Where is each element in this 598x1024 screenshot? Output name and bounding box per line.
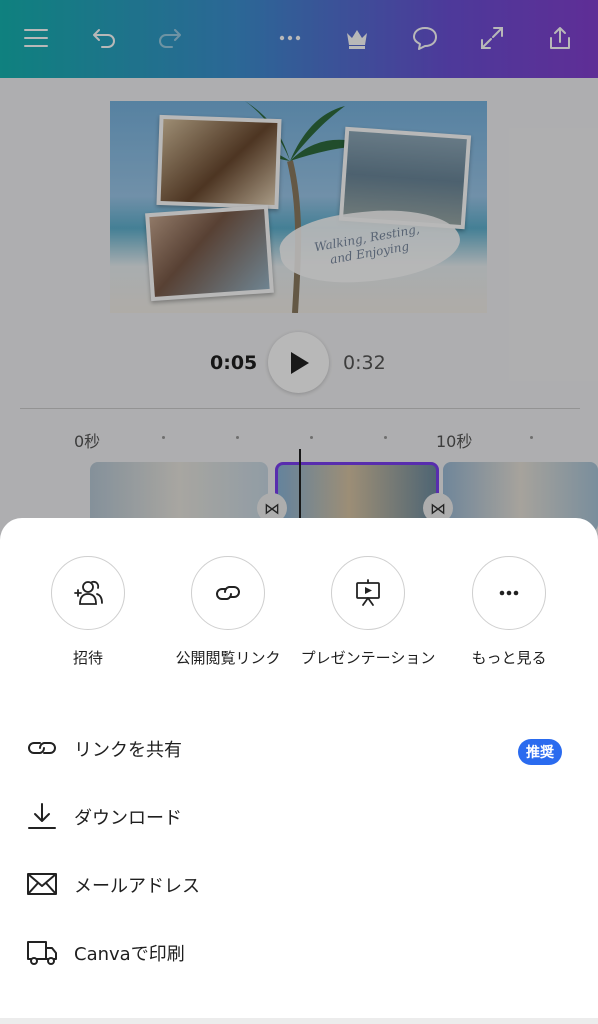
truck-icon	[27, 941, 57, 965]
option-download[interactable]: ダウンロード	[0, 788, 598, 844]
option-label: Canvaで印刷	[74, 944, 185, 965]
quick-action-public-link[interactable]: 公開閲覧リンク	[158, 556, 298, 670]
more-button[interactable]	[472, 556, 546, 630]
option-label: リンクを共有	[74, 740, 182, 761]
option-share-link[interactable]: リンクを共有 推奨	[0, 720, 598, 776]
invite-people-icon	[74, 580, 103, 605]
quick-action-label: 公開閲覧リンク	[175, 649, 281, 667]
quick-action-invite[interactable]: 招待	[18, 556, 158, 670]
mail-icon	[27, 873, 57, 895]
quick-action-label: 招待	[72, 649, 103, 667]
bottom-bar	[0, 1018, 598, 1024]
option-label: メールアドレス	[74, 876, 200, 897]
public-link-button[interactable]	[191, 556, 265, 630]
download-icon	[28, 803, 56, 829]
quick-action-label: もっと見る	[471, 649, 547, 667]
quick-action-more[interactable]: もっと見る	[439, 556, 579, 670]
quick-action-presentation[interactable]: プレゼンテーション	[298, 556, 438, 670]
link-icon	[216, 586, 240, 600]
option-label: ダウンロード	[74, 808, 182, 829]
link-icon	[28, 742, 56, 754]
option-print[interactable]: Canvaで印刷	[0, 924, 598, 980]
quick-action-label: プレゼンテーション	[300, 649, 436, 667]
option-email[interactable]: メールアドレス	[0, 856, 598, 912]
more-icon	[499, 590, 519, 596]
recommended-badge: 推奨	[518, 739, 562, 765]
invite-button[interactable]	[51, 556, 125, 630]
share-bottom-sheet: 招待 公開閲覧リンク プレゼンテーション もっと見る リンクを共有 推奨 ダウン…	[0, 518, 598, 1024]
presentation-button[interactable]	[331, 556, 405, 630]
presentation-icon	[356, 579, 380, 606]
